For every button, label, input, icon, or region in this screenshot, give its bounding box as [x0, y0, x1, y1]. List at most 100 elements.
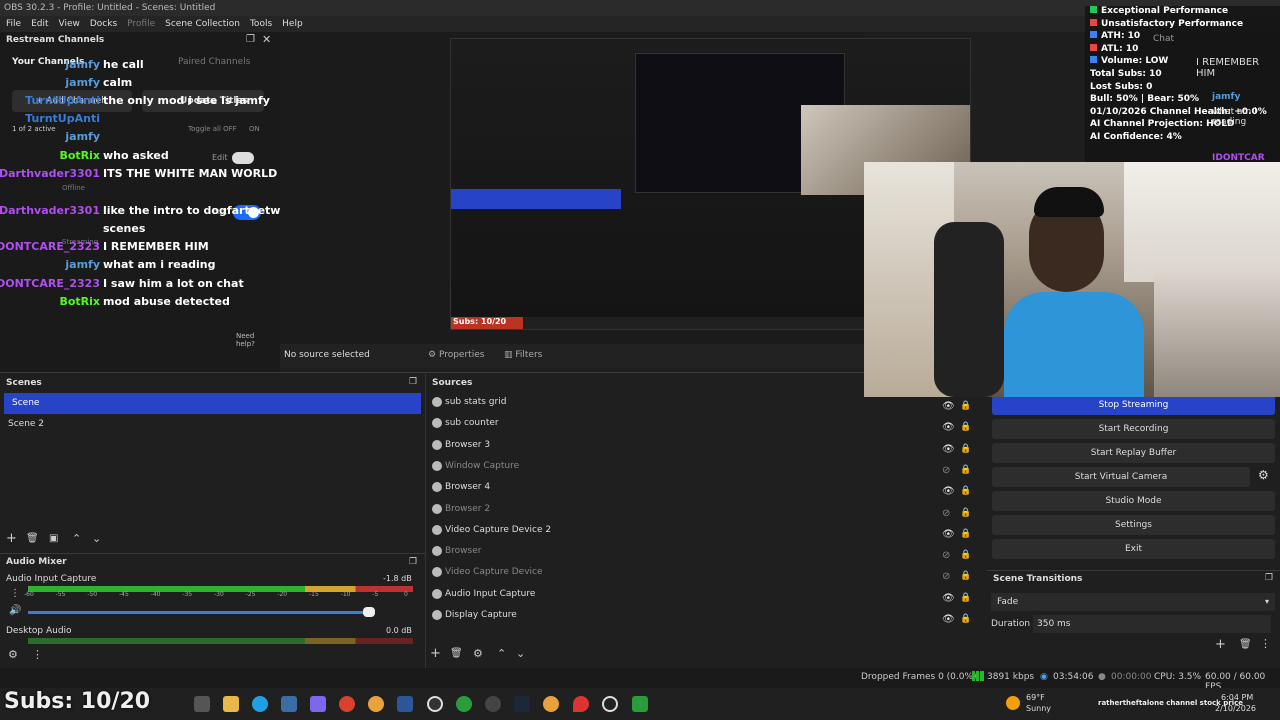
chat-message: I saw him a lot on chat [103, 277, 244, 290]
obs-icon[interactable] [427, 696, 443, 712]
file-explorer-icon[interactable] [223, 696, 239, 712]
stat-text: Lost Subs: 0 [1090, 81, 1153, 92]
source-item[interactable]: sub counter 👁 🔒 [430, 413, 971, 434]
menu-docks[interactable]: Docks [90, 16, 117, 32]
paired-channels-tab[interactable]: Paired Channels [178, 57, 250, 67]
offline-status: Offline [62, 184, 85, 192]
gear-icon[interactable]: ⚙ [473, 647, 483, 660]
close-icon[interactable]: ✕ [262, 33, 271, 46]
move-down-icon[interactable]: ⌄ [92, 532, 101, 545]
menu-scene-collection[interactable]: Scene Collection [165, 16, 240, 32]
properties-label: Properties [438, 350, 485, 360]
move-up-icon[interactable]: ⌃ [497, 647, 506, 660]
source-item[interactable]: Audio Input Capture 👁 🔒 [430, 584, 971, 605]
need-help-link[interactable]: Need help? [236, 332, 258, 348]
studio-mode-button[interactable]: Studio Mode [992, 491, 1275, 511]
add-scene-icon[interactable]: + [6, 531, 17, 546]
kebab-menu-icon[interactable]: ⋮ [1260, 637, 1271, 650]
word-icon[interactable] [397, 696, 413, 712]
app-icon[interactable] [310, 696, 326, 712]
gear-icon[interactable]: ⚙ [8, 648, 18, 661]
channel-toggle-off[interactable] [232, 152, 254, 164]
filters-button[interactable]: ▥ Filters [504, 350, 542, 360]
chrome-icon[interactable] [543, 696, 559, 712]
source-item[interactable]: Browser 4 👁 🔒 [430, 477, 971, 498]
record-time: 00:00:00 [1111, 672, 1152, 682]
edge-icon[interactable] [252, 696, 268, 712]
settings-button[interactable]: Settings [992, 515, 1275, 535]
task-view-icon[interactable] [194, 696, 210, 712]
scene-item[interactable]: Scene [4, 393, 421, 414]
stat-line: ATH: 10 [1085, 31, 1280, 44]
start-virtual-camera-button[interactable]: Start Virtual Camera [992, 467, 1250, 487]
kebab-menu-icon[interactable]: ⋮ [32, 648, 43, 661]
toggle-all-on[interactable]: ON [249, 125, 260, 133]
start-replay-buffer-button[interactable]: Start Replay Buffer [992, 443, 1275, 463]
add-transition-icon[interactable]: + [1215, 637, 1226, 652]
volume-slider-handle[interactable] [363, 607, 375, 617]
no-source-label: No source selected [284, 350, 370, 360]
move-down-icon[interactable]: ⌄ [516, 647, 525, 660]
bitrate: 3891 kbps [987, 672, 1035, 682]
source-type-icon [432, 546, 442, 557]
menu-profile[interactable]: Profile [127, 16, 155, 32]
source-item[interactable]: Browser ⊘ 🔒 [430, 541, 971, 562]
speaker-icon[interactable]: 🔊 [9, 605, 21, 616]
transition-select[interactable]: Fade ▾ [991, 593, 1275, 611]
duration-input[interactable]: 350 ms [1033, 615, 1271, 633]
media-player-icon[interactable] [602, 696, 618, 712]
eye-icon[interactable]: 👁 [942, 609, 955, 630]
lock-icon[interactable]: 🔒 [960, 609, 971, 630]
source-item[interactable]: Video Capture Device 2 👁 🔒 [430, 520, 971, 541]
undock-icon[interactable]: ❐ [409, 557, 417, 567]
filter-icon[interactable]: ▣ [49, 533, 58, 544]
stat-line: ATL: 10 [1085, 43, 1280, 57]
edit-link[interactable]: Edit [212, 153, 228, 162]
store-icon[interactable] [281, 696, 297, 712]
menu-file[interactable]: File [6, 16, 21, 32]
source-item[interactable]: Browser 3 👁 🔒 [430, 435, 971, 456]
toggle-all-off[interactable]: Toggle all OFF [188, 125, 237, 133]
undock-icon[interactable]: ❐ [1265, 573, 1273, 583]
start-recording-button[interactable]: Start Recording [992, 419, 1275, 439]
map-pin-icon[interactable] [573, 696, 589, 712]
xbox-icon[interactable] [456, 696, 472, 712]
subs-overlay: Subs: 10/20 [4, 689, 151, 714]
float-icon[interactable]: ❐ [246, 34, 255, 45]
stat-text: AI Confidence: 4% [1090, 131, 1182, 142]
undock-icon[interactable]: ❐ [409, 377, 417, 387]
volume-slider[interactable] [28, 611, 373, 614]
xbox-icon[interactable] [632, 696, 648, 712]
overlay-chat-line: I REMEMBER HIM [1196, 57, 1260, 79]
add-source-icon[interactable]: + [430, 646, 441, 661]
mixer-channel-name: Audio Input Capture [6, 574, 97, 584]
source-item[interactable]: Display Capture 👁 🔒 [430, 605, 971, 626]
chat-message: calm [103, 76, 133, 89]
app-icon[interactable] [485, 696, 501, 712]
scene-item[interactable]: Scene 2 [0, 414, 425, 435]
chat-username: IDONTCARE_2323 [0, 240, 100, 253]
chat-message: I REMEMBER HIM [103, 240, 209, 253]
exit-button[interactable]: Exit [992, 539, 1275, 559]
gear-icon[interactable]: ⚙ [1258, 468, 1269, 482]
kebab-menu-icon[interactable]: ⋮ [10, 588, 20, 599]
stop-streaming-button[interactable]: Stop Streaming [992, 395, 1275, 415]
menu-view[interactable]: View [59, 16, 80, 32]
chat-message: the only mod i see is jamfy [103, 94, 270, 107]
chrome-icon[interactable] [368, 696, 384, 712]
trash-icon[interactable]: 🗑 [450, 648, 463, 659]
trash-icon[interactable]: 🗑 [26, 533, 39, 544]
app-icon[interactable] [339, 696, 355, 712]
menu-tools[interactable]: Tools [250, 16, 272, 32]
chat-username: IDONTCARE_2323 [0, 277, 100, 290]
properties-button[interactable]: ⚙ Properties [428, 350, 484, 360]
source-type-icon [432, 439, 442, 450]
menu-edit[interactable]: Edit [31, 16, 48, 32]
trash-icon[interactable]: 🗑 [1239, 639, 1252, 650]
steam-icon[interactable] [514, 696, 530, 712]
source-item[interactable]: Browser 2 ⊘ 🔒 [430, 499, 971, 520]
menu-help[interactable]: Help [282, 16, 303, 32]
move-up-icon[interactable]: ⌃ [72, 532, 81, 545]
source-item[interactable]: Window Capture ⊘ 🔒 [430, 456, 971, 477]
source-item[interactable]: Video Capture Device ⊘ 🔒 [430, 562, 971, 583]
